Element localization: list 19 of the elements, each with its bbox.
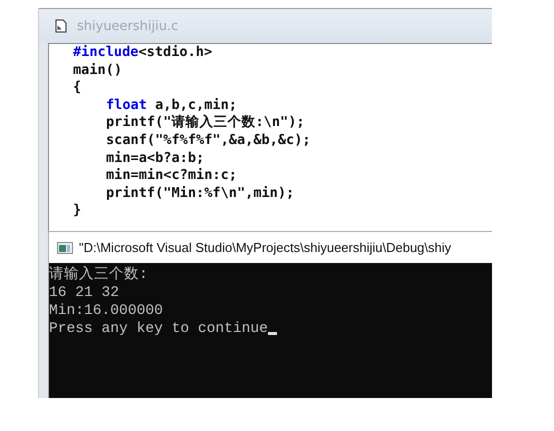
output-line: 16 21 32 — [49, 284, 120, 302]
code-editor[interactable]: #include<stdio.h> main() { float a,b,c,min; printf("请输入三个数:\n"); scanf("%f%f%f",&a,&b,&c); min=a<b?a:b; min=min<c?min:c; printf("Min:%f\n",min); } — [48, 43, 492, 231]
console-icon — [57, 242, 73, 254]
code-line: printf("请输入三个数:\n"); — [105, 114, 306, 132]
code-line: printf("Min:%f\n",min); — [105, 184, 296, 202]
code-line: main() — [73, 62, 124, 80]
code-line: { — [73, 79, 82, 97]
code-line: scanf("%f%f%f",&a,&b,&c); — [105, 132, 312, 150]
code-line: } — [73, 202, 82, 220]
output-line: 请输入三个数: — [49, 266, 148, 284]
code-line: min=min<c?min:c; — [105, 167, 238, 185]
window-title: "D:\Microsoft Visual Studio\MyProjects\shiyueershijiu\Debug\shiy — [79, 240, 452, 255]
window-title: shiyueershijiu.c — [77, 18, 178, 34]
output-line: Min:16.000000 — [49, 302, 163, 320]
code-line: #include<stdio.h> — [73, 44, 214, 62]
file-icon — [55, 19, 67, 33]
output-line: Press any key to continue — [49, 320, 268, 338]
code-line: float a,b,c,min; — [105, 96, 238, 114]
code-line: min=a<b?a:b; — [105, 150, 206, 168]
